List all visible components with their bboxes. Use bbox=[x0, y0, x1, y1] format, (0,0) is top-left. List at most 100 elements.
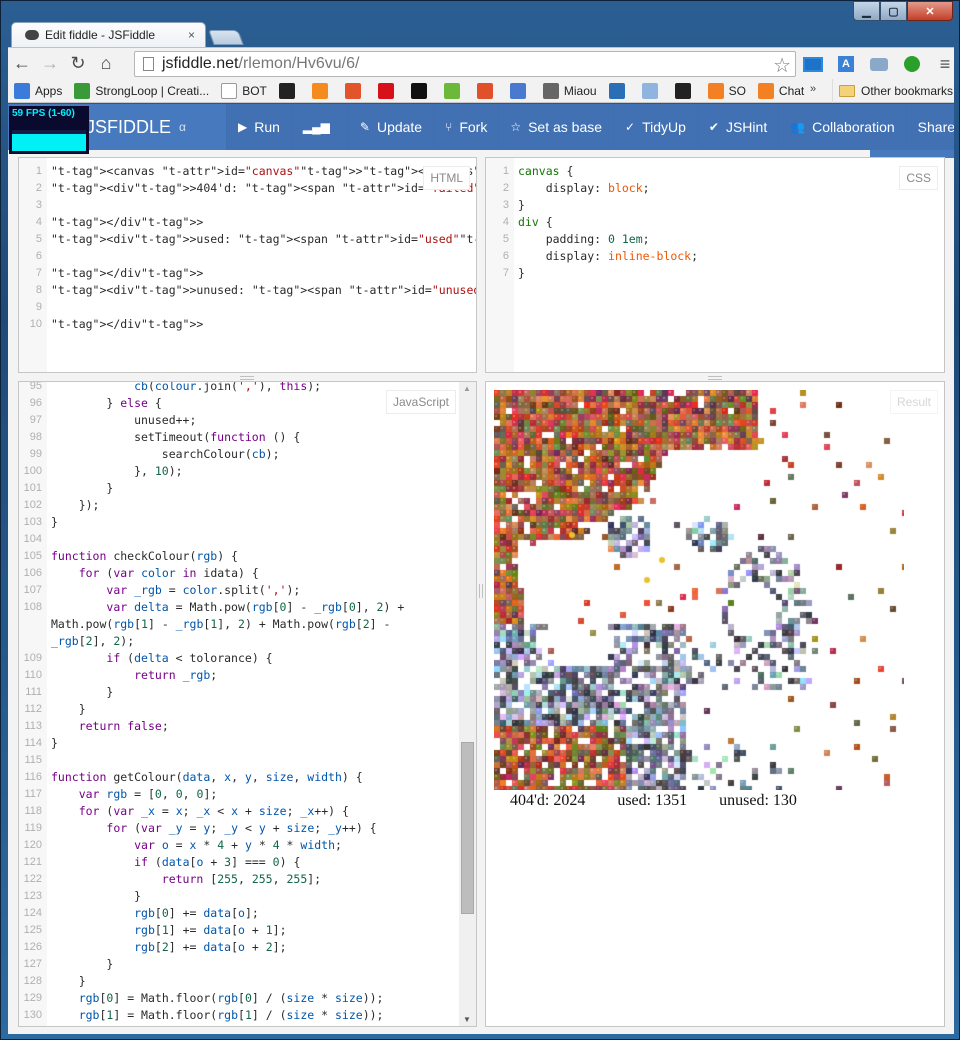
camera-icon[interactable] bbox=[866, 51, 892, 77]
js-scrollbar[interactable]: ▲ ▼ bbox=[459, 382, 476, 1026]
line-number: 112 bbox=[24, 703, 42, 715]
js-scrollbar-thumb[interactable] bbox=[461, 741, 474, 915]
code-line: 127 } bbox=[19, 956, 476, 973]
forward-button[interactable]: → bbox=[36, 50, 64, 78]
close-window-button[interactable]: ✕ bbox=[907, 1, 953, 21]
bookmarks-overflow-button[interactable]: » bbox=[810, 83, 816, 95]
result-panel[interactable]: Result 404'd: 2024 used: 1351 unused: 13… bbox=[485, 381, 945, 1027]
scroll-up-icon[interactable]: ▲ bbox=[463, 384, 471, 393]
code-line: 116 function getColour(data, x, y, size, … bbox=[19, 769, 476, 786]
run-button[interactable]: ▶ Run bbox=[226, 104, 291, 150]
javascript-editor[interactable]: 95 cb(colour.join(','), this); 96 } else … bbox=[19, 382, 476, 1026]
bookmark-strongloop-creati[interactable]: StrongLoop | Creati... bbox=[74, 82, 209, 99]
page-icon bbox=[221, 82, 238, 99]
horizontal-splitter-right[interactable] bbox=[708, 376, 722, 380]
line-number: 107 bbox=[23, 584, 42, 596]
html-editor[interactable]: 1 "t-tag"><canvas "t-attr">id="canvas""t-… bbox=[19, 158, 476, 372]
code-line: 7} bbox=[486, 265, 944, 282]
jshint-button[interactable]: ✔ JSHint bbox=[696, 104, 779, 150]
stack-icon bbox=[509, 82, 526, 99]
code-text: unused++; bbox=[51, 413, 197, 427]
update-button[interactable]: ✎ Update bbox=[347, 104, 434, 150]
address-bar[interactable]: jsfiddle.net/rlemon/Hv6vu/6/ ☆ bbox=[134, 51, 796, 77]
code-line: 4 "t-tag"></div"t-tag">> bbox=[19, 214, 476, 231]
bookmark-so[interactable]: SO bbox=[707, 82, 746, 99]
ask-icon bbox=[476, 82, 493, 99]
code-text: rgb[0] += data[o]; bbox=[134, 906, 259, 920]
code-text: display: inline-block; bbox=[518, 249, 699, 263]
logo-text: JSFIDDLE bbox=[86, 116, 172, 137]
line-number: 122 bbox=[23, 873, 42, 885]
code-text: }); bbox=[51, 498, 100, 512]
css-panel[interactable]: 1 canvas {2 display: block; 3} 4 div {5 padd… bbox=[485, 157, 945, 373]
collaboration-button[interactable]: 👥 Collaboration bbox=[778, 104, 906, 150]
minimize-button[interactable]: ▁ bbox=[853, 1, 880, 21]
pencil-icon: ✎ bbox=[359, 120, 370, 134]
line-number: 6 bbox=[502, 250, 509, 262]
horizontal-splitter-left[interactable] bbox=[240, 376, 254, 380]
share-button[interactable]: Share▼ bbox=[905, 104, 954, 150]
bookmark-github[interactable] bbox=[278, 82, 300, 99]
bookmark-apps[interactable]: Apps bbox=[14, 82, 63, 99]
tab-close-icon[interactable]: × bbox=[188, 28, 195, 42]
cast-icon[interactable] bbox=[800, 51, 826, 77]
play-icon bbox=[344, 82, 361, 99]
reload-button[interactable]: ↻ bbox=[64, 50, 92, 78]
bookmark-label: SO bbox=[728, 83, 746, 98]
bookmark-ask[interactable] bbox=[476, 82, 498, 99]
other-bookmarks[interactable]: Other bookmarks bbox=[832, 79, 953, 103]
bookmark-netflix[interactable] bbox=[377, 82, 399, 99]
home-button[interactable]: ⌂ bbox=[92, 50, 120, 78]
bookmark-codepen[interactable] bbox=[674, 82, 696, 99]
bookmark-reddit[interactable] bbox=[641, 82, 663, 99]
code-text: } bbox=[51, 515, 58, 529]
new-tab-button[interactable] bbox=[208, 30, 244, 45]
scroll-down-icon[interactable]: ▼ bbox=[463, 1015, 471, 1024]
line-number: 125 bbox=[23, 924, 42, 936]
code-line: 9 bbox=[19, 299, 476, 316]
action-bar: ▶ Run ▂▄▆ ✎ Update ⑂ Fork ☆ Set as base ✓ TidyUp ✔ J… bbox=[226, 104, 954, 150]
line-number: 126 bbox=[23, 941, 42, 953]
back-button[interactable]: ← bbox=[8, 50, 36, 78]
line-number: 5 bbox=[35, 233, 42, 245]
bookmark-star-icon[interactable]: ☆ bbox=[773, 53, 791, 78]
code-text: "t-tag"><canvas "t-attr">id="canvas""t-t… bbox=[51, 164, 476, 178]
line-number: 119 bbox=[24, 822, 42, 834]
bookmark-steam[interactable] bbox=[410, 82, 432, 99]
html-panel[interactable]: 1 "t-tag"><canvas "t-attr">id="canvas""t-… bbox=[18, 157, 477, 373]
bookmark-miaou[interactable]: Miaou bbox=[542, 82, 597, 99]
bookmark-bot[interactable]: BOT bbox=[221, 82, 267, 99]
bookmark-paper-plane[interactable] bbox=[443, 82, 465, 99]
line-number: 7 bbox=[35, 267, 42, 279]
extension-green-icon[interactable] bbox=[899, 51, 925, 77]
line-number: 101 bbox=[23, 482, 42, 494]
code-line: 130 rgb[1] = Math.floor(rgb[1] / (size *… bbox=[19, 1007, 476, 1024]
javascript-panel[interactable]: 95 cb(colour.join(','), this); 96 } else … bbox=[18, 381, 477, 1027]
css-editor[interactable]: 1 canvas {2 display: block; 3} 4 div {5 padd… bbox=[486, 158, 944, 372]
vertical-splitter[interactable] bbox=[479, 584, 483, 598]
maximize-button[interactable]: ▢ bbox=[880, 1, 907, 21]
code-text: var o = x * 4 + y * 4 * width; bbox=[134, 838, 342, 852]
bookmark-trello[interactable] bbox=[608, 82, 630, 99]
tab-edit-fiddle[interactable]: Edit fiddle - JSFiddle × bbox=[11, 22, 206, 47]
fork-button[interactable]: ⑂ Fork bbox=[433, 104, 499, 150]
bookmark-stack[interactable] bbox=[509, 82, 531, 99]
signal-bars-icon: ▂▄▆ bbox=[302, 120, 330, 134]
bookmark-label: Apps bbox=[35, 83, 63, 98]
strongloop-icon bbox=[74, 82, 91, 99]
code-line: 3} bbox=[486, 197, 944, 214]
line-number: 98 bbox=[29, 431, 42, 443]
stats-button[interactable]: ▂▄▆ bbox=[290, 104, 348, 150]
set-as-base-button[interactable]: ☆ Set as base bbox=[498, 104, 614, 150]
code-line: 104 bbox=[19, 531, 476, 548]
bookmark-orange-circle[interactable] bbox=[311, 82, 333, 99]
code-text: "t-tag"></div"t-tag">> bbox=[51, 215, 204, 229]
menu-icon[interactable]: ≡ bbox=[932, 51, 958, 77]
reddit-icon bbox=[641, 82, 658, 99]
bookmark-play[interactable] bbox=[344, 82, 366, 99]
line-number: 116 bbox=[24, 771, 42, 783]
tidyup-button[interactable]: ✓ TidyUp bbox=[613, 104, 697, 150]
translate-icon[interactable]: A bbox=[833, 51, 859, 77]
bookmark-chat[interactable]: Chat bbox=[757, 82, 804, 99]
code-text: "t-tag"><div"t-tag">>404'd: "t-tag"><spa… bbox=[51, 181, 476, 195]
